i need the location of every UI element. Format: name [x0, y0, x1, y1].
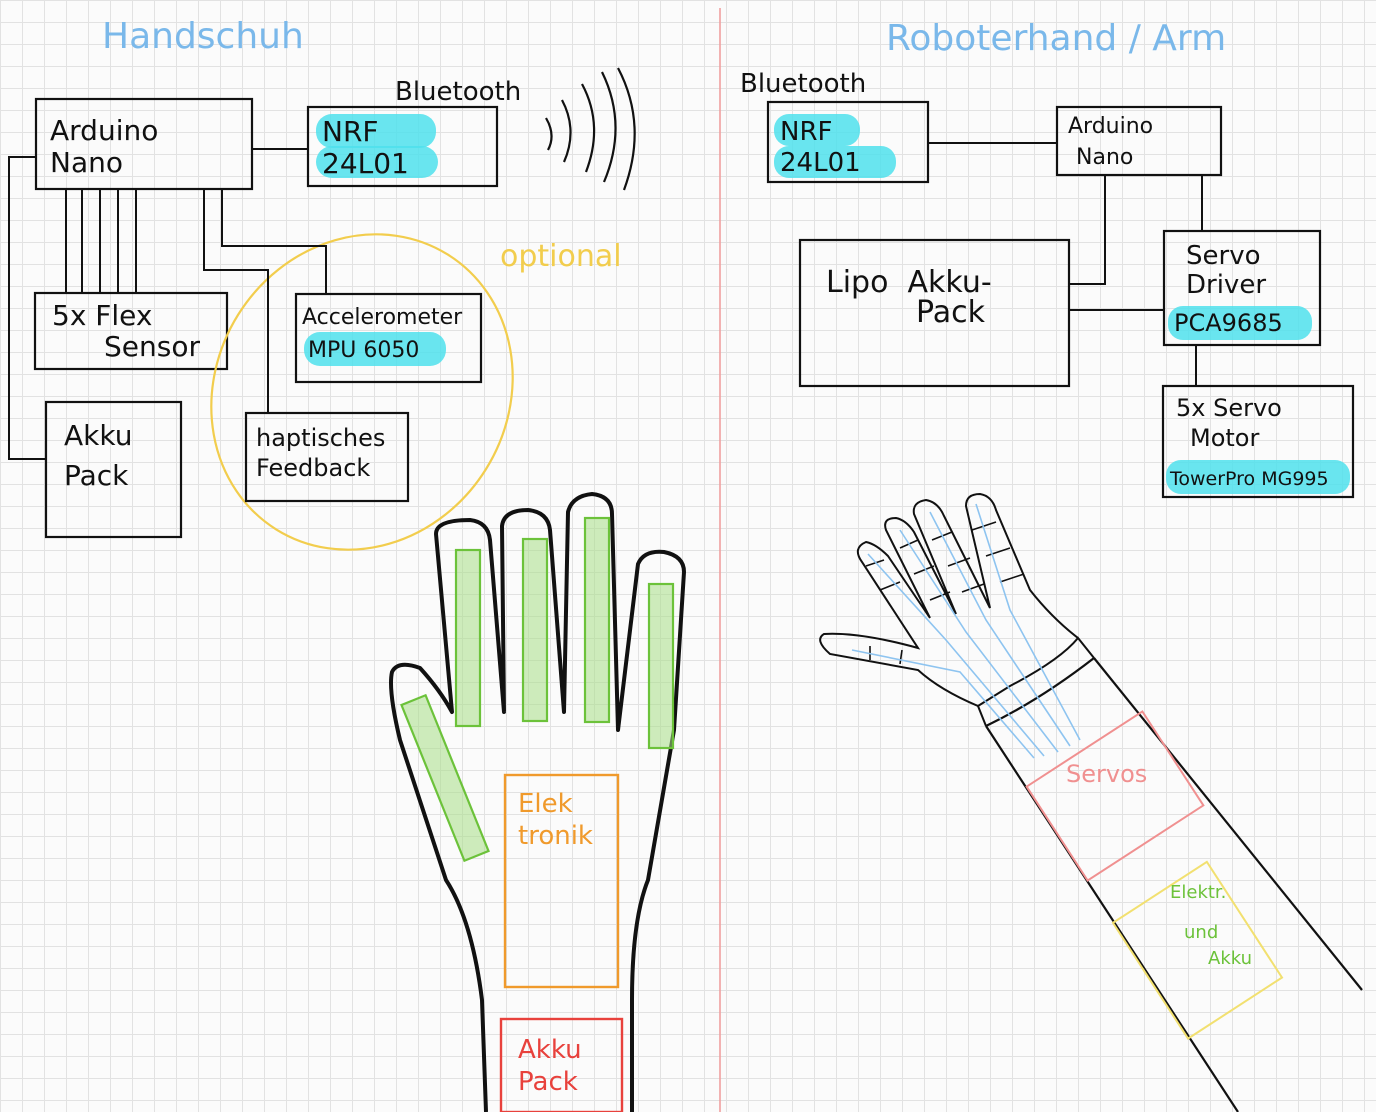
- akku-label-left-2: Pack: [64, 459, 129, 492]
- robot-arm-drawing: Servos Elektr. und Akku: [819, 492, 1363, 1112]
- right-title: Roboterhand / Arm: [886, 18, 1226, 59]
- akku-label-left-1: Akku: [64, 419, 132, 452]
- nrf-label-left-2: 24L01: [322, 147, 409, 180]
- arm-servos-box: [1025, 710, 1205, 882]
- servo-motor-label-1: 5x Servo: [1176, 394, 1282, 422]
- wires-arduino-flex: [65, 189, 137, 293]
- optional-label: optional: [500, 239, 622, 274]
- glove-akku-label-1: Akku: [518, 1035, 582, 1065]
- radio-waves-icon: [545, 67, 636, 191]
- flex-label-2: Sensor: [104, 330, 200, 363]
- servo-motor-label-2: Motor: [1190, 424, 1259, 452]
- glove-elektronik-label-2: tronik: [518, 821, 593, 851]
- nrf-label-right-1: NRF: [780, 117, 832, 147]
- wire-arduino-akku-left: [8, 156, 46, 460]
- haptic-label-1: haptisches: [256, 424, 385, 452]
- nrf-label-left-1: NRF: [322, 115, 379, 148]
- glove-drawing: Elek tronik Akku Pack: [389, 492, 686, 1112]
- arduino-label-left-1: Arduino: [50, 114, 158, 147]
- servo-motor-label-3: TowerPro MG995: [1169, 468, 1329, 490]
- arduino-label-right-2: Nano: [1076, 145, 1133, 170]
- arm-elektr-label-3: Akku: [1208, 948, 1252, 969]
- wire-arduino-accel: [221, 189, 327, 294]
- arm-servos-label: Servos: [1066, 760, 1147, 788]
- left-title: Handschuh: [102, 16, 304, 57]
- bluetooth-label-left: Bluetooth: [395, 77, 521, 107]
- haptic-label-2: Feedback: [256, 454, 370, 482]
- lipo-label-2: Pack: [916, 295, 986, 330]
- glove-elektronik-label-1: Elek: [518, 789, 573, 819]
- wire-arduino-lipo: [1069, 175, 1106, 285]
- servo-driver-label-3: PCA9685: [1174, 309, 1283, 337]
- servo-driver-label-2: Driver: [1186, 270, 1266, 300]
- servo-driver-label-1: Servo: [1186, 241, 1260, 271]
- flex-label-1: 5x Flex: [52, 299, 152, 332]
- accel-label-1: Accelerometer: [302, 305, 463, 330]
- arm-elektr-label-1: Elektr.: [1170, 882, 1226, 903]
- arduino-label-right-1: Arduino: [1068, 114, 1153, 139]
- arduino-label-left-2: Nano: [50, 146, 123, 179]
- notebook-sketch: Handschuh Arduino Nano Bluetooth NRF 24L…: [8, 8, 1363, 1112]
- left-section: Handschuh Arduino Nano Bluetooth NRF 24L…: [8, 16, 686, 1112]
- accel-label-2: MPU 6050: [308, 338, 419, 363]
- glove-akku-box: [499, 1017, 624, 1112]
- arm-elektr-label-2: und: [1184, 922, 1218, 943]
- right-section: Roboterhand / Arm Bluetooth NRF 24L01 Ar…: [740, 18, 1363, 1112]
- nrf-label-right-2: 24L01: [780, 148, 861, 178]
- bluetooth-label-right: Bluetooth: [740, 69, 866, 99]
- glove-akku-label-2: Pack: [518, 1067, 578, 1097]
- robot-tendons: [851, 503, 1081, 759]
